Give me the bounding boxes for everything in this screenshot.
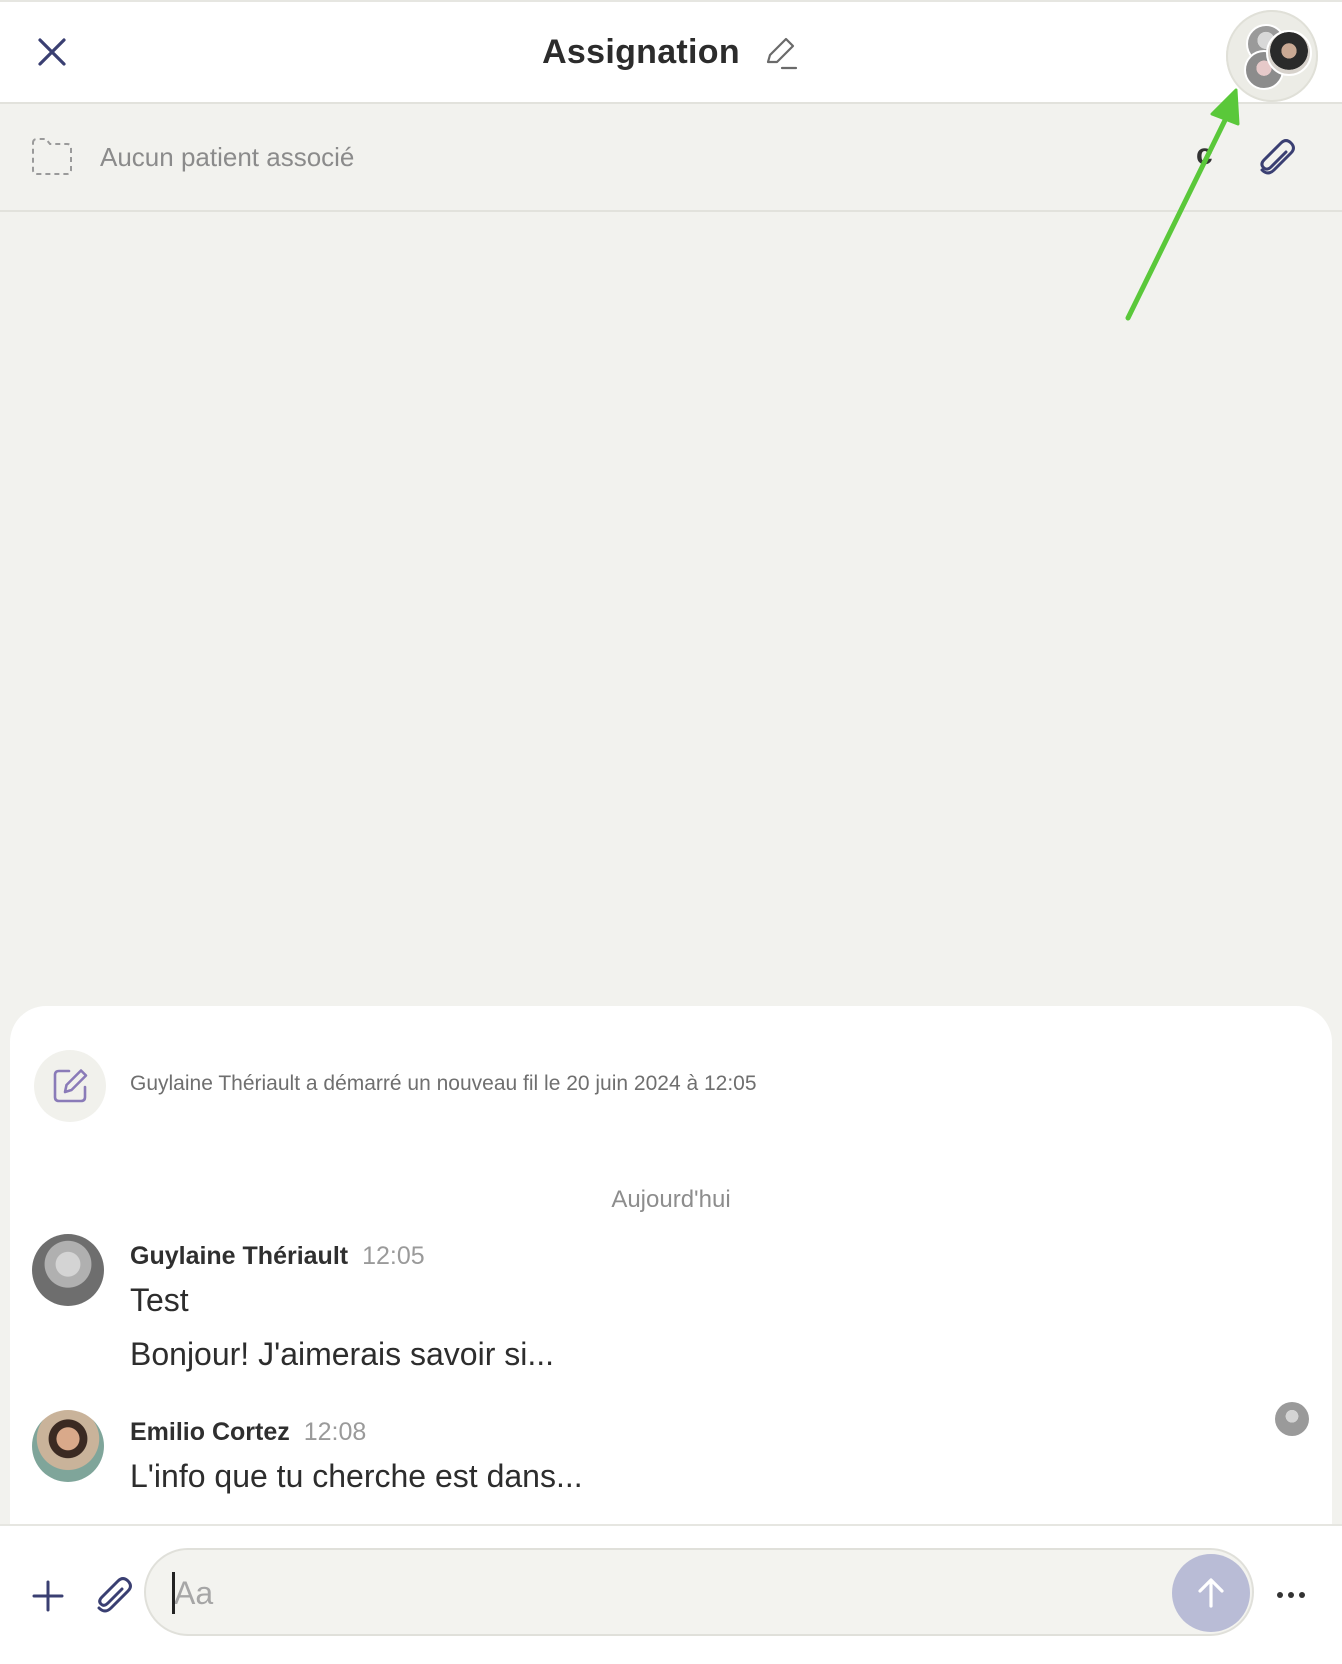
partial-icon[interactable]: c bbox=[1196, 138, 1213, 172]
message-author: Emilio Cortez 12:08 bbox=[130, 1418, 366, 1447]
send-button[interactable] bbox=[1172, 1554, 1250, 1632]
message-text: L'info que tu cherche est dans... bbox=[130, 1458, 583, 1494]
pencil-icon bbox=[766, 37, 798, 70]
day-separator: Aujourd'hui bbox=[611, 1186, 731, 1213]
message-thread: Guylaine Thériault a démarré un nouveau … bbox=[10, 1006, 1332, 1606]
more-horizontal-icon bbox=[1277, 1592, 1283, 1598]
participants-avatar-group[interactable] bbox=[1226, 10, 1318, 102]
author-name: Emilio Cortez bbox=[130, 1418, 290, 1446]
plus-icon[interactable] bbox=[28, 1576, 68, 1616]
system-message: Guylaine Thériault a démarré un nouveau … bbox=[130, 1072, 757, 1095]
text-caret bbox=[172, 1572, 175, 1614]
more-dot bbox=[1299, 1592, 1305, 1598]
associate-patient-link[interactable]: Aucun patient associé bbox=[100, 142, 354, 173]
author-name: Guylaine Thériault bbox=[130, 1242, 349, 1270]
message-text: Test bbox=[130, 1282, 189, 1318]
patient-bar: Aucun patient associé c bbox=[0, 104, 1342, 212]
read-receipt-avatar bbox=[1275, 1402, 1309, 1436]
message-time: 12:05 bbox=[362, 1242, 425, 1270]
avatar[interactable] bbox=[32, 1410, 104, 1482]
message-time: 12:08 bbox=[303, 1418, 367, 1446]
message-text: Bonjour! J'aimerais savoir si... bbox=[130, 1336, 555, 1372]
page-title: Assignation bbox=[542, 32, 740, 71]
avatar[interactable] bbox=[32, 1234, 104, 1306]
message-composer bbox=[0, 1524, 1342, 1664]
message-author: Guylaine Thériault 12:05 bbox=[130, 1242, 425, 1271]
arrow-up-icon bbox=[1198, 1578, 1224, 1608]
new-thread-icon bbox=[34, 1050, 106, 1122]
paperclip-icon[interactable] bbox=[92, 1574, 136, 1618]
top-bar: Assignation bbox=[0, 0, 1342, 104]
edit-title-button[interactable] bbox=[760, 32, 800, 72]
more-dot bbox=[1288, 1592, 1294, 1598]
paperclip-icon[interactable] bbox=[1254, 136, 1300, 182]
title-area: Assignation bbox=[0, 32, 1342, 72]
message-input[interactable] bbox=[172, 1564, 1136, 1622]
participant-avatar bbox=[1266, 30, 1312, 76]
message-input-field[interactable] bbox=[144, 1548, 1254, 1636]
more-options-button[interactable] bbox=[1268, 1580, 1314, 1610]
folder-icon bbox=[32, 138, 72, 175]
